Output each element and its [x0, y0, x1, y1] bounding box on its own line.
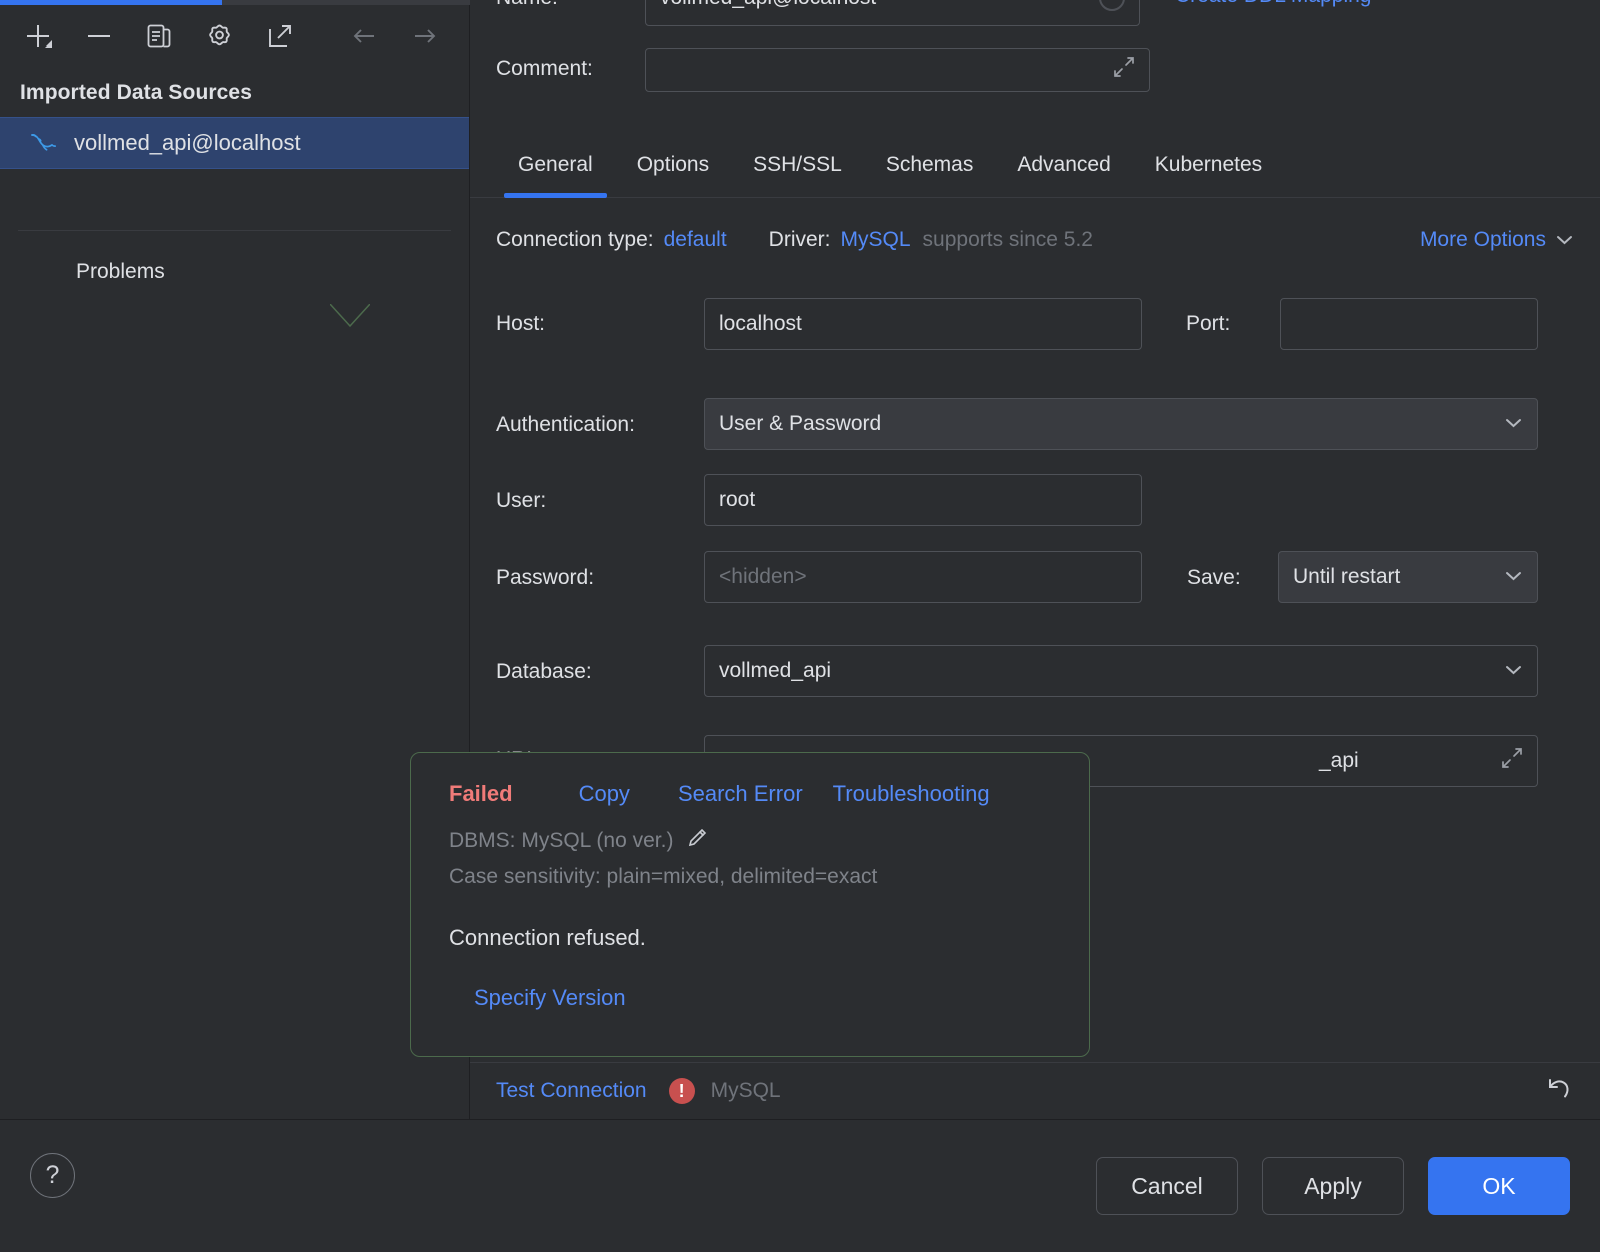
- create-ddl-mapping-link[interactable]: Create DDL Mapping: [1175, 0, 1372, 8]
- port-input[interactable]: [1280, 298, 1538, 350]
- tab-options[interactable]: Options: [615, 133, 731, 198]
- dbms-line-row: DBMS: MySQL (no ver.): [449, 825, 1089, 861]
- section-title: Imported Data Sources: [20, 81, 252, 104]
- connection-error-popup: Failed Copy Search Error Troubleshooting…: [410, 752, 1090, 1057]
- dialog-buttons: Cancel Apply OK: [1096, 1157, 1570, 1215]
- apply-button[interactable]: Apply: [1262, 1157, 1404, 1215]
- chevron-down-icon: [1504, 661, 1523, 681]
- authentication-value: User & Password: [719, 412, 882, 435]
- copy-link[interactable]: Copy: [579, 781, 630, 807]
- port-label: Port:: [1186, 312, 1231, 335]
- settings-tabs: General Options SSH/SSL Schemas Advanced…: [470, 133, 1600, 198]
- data-sources-panel: Imported Data Sources vollmed_api@localh…: [0, 5, 470, 1119]
- authentication-select[interactable]: User & Password: [704, 398, 1538, 450]
- driver-label: Driver:: [768, 228, 831, 251]
- error-message: Connection refused.: [449, 925, 646, 951]
- database-value: vollmed_api: [719, 659, 832, 682]
- help-button[interactable]: ?: [30, 1153, 75, 1198]
- duplicate-icon[interactable]: [141, 17, 177, 55]
- status-badge: Failed: [449, 781, 513, 806]
- more-options-label: More Options: [1419, 228, 1546, 251]
- popup-meta: DBMS: MySQL (no ver.) Case sensitivity: …: [411, 807, 1089, 893]
- tab-schemas[interactable]: Schemas: [864, 133, 996, 198]
- connection-type-value[interactable]: default: [664, 228, 727, 252]
- revert-icon[interactable]: [1540, 1074, 1574, 1109]
- comment-input[interactable]: [645, 48, 1150, 92]
- name-input-value: vollmed_api@localhost: [660, 0, 876, 10]
- more-options-button[interactable]: More Options: [1420, 228, 1574, 252]
- name-label: Name:: [496, 0, 558, 10]
- problems-label: Problems: [76, 260, 165, 283]
- database-label: Database:: [496, 660, 592, 683]
- mysql-dolphin-icon: [28, 128, 58, 158]
- tab-general[interactable]: General: [496, 133, 615, 198]
- name-spinner-icon: [1099, 0, 1125, 11]
- authentication-label: Authentication:: [496, 413, 635, 436]
- save-value: Until restart: [1293, 565, 1401, 588]
- test-dbms-label: MySQL: [710, 1079, 781, 1102]
- ok-button[interactable]: OK: [1428, 1157, 1570, 1215]
- popup-header: Failed Copy Search Error Troubleshooting: [411, 753, 1089, 807]
- expand-icon[interactable]: [1497, 743, 1527, 779]
- sidebar-item-label: vollmed_api@localhost: [74, 130, 301, 155]
- gear-icon[interactable]: [201, 17, 237, 55]
- password-input-placeholder: <hidden>: [719, 565, 807, 588]
- database-select[interactable]: vollmed_api: [704, 645, 1538, 697]
- user-input-value: root: [719, 488, 756, 511]
- chevron-down-icon: [1555, 228, 1574, 252]
- test-connection-strip: Test Connection ! MySQL: [470, 1062, 1600, 1119]
- case-sensitivity-line: Case sensitivity: plain=mixed, delimited…: [449, 864, 878, 888]
- add-icon[interactable]: [20, 17, 56, 55]
- test-connection-button[interactable]: Test Connection: [496, 1079, 647, 1103]
- tab-advanced[interactable]: Advanced: [995, 133, 1132, 198]
- arrow-left-icon[interactable]: [346, 17, 382, 55]
- user-label: User:: [496, 489, 547, 512]
- specify-version-link[interactable]: Specify Version: [411, 951, 1089, 1011]
- connection-type-row: Connection type: default Driver: MySQL s…: [496, 228, 1093, 252]
- error-exclamation-icon: !: [668, 1078, 695, 1104]
- arrow-right-icon[interactable]: [407, 17, 443, 55]
- remove-icon[interactable]: [80, 17, 116, 55]
- name-input[interactable]: vollmed_api@localhost: [645, 0, 1140, 26]
- save-select[interactable]: Until restart: [1278, 551, 1538, 603]
- dbms-line: DBMS: MySQL (no ver.): [449, 829, 674, 852]
- chevron-down-icon: [1504, 414, 1523, 434]
- tab-kubernetes[interactable]: Kubernetes: [1133, 133, 1284, 198]
- settings-dialog: Imported Data Sources vollmed_api@localh…: [0, 0, 1600, 1252]
- search-error-link[interactable]: Search Error: [678, 781, 803, 807]
- tab-ssh-ssl[interactable]: SSH/SSL: [731, 133, 864, 198]
- sidebar-item-vollmed-api[interactable]: vollmed_api@localhost: [0, 117, 469, 169]
- password-input[interactable]: <hidden>: [704, 551, 1142, 603]
- chevron-down-icon: [1504, 567, 1523, 587]
- host-input[interactable]: localhost: [704, 298, 1142, 350]
- pencil-icon[interactable]: [685, 826, 709, 861]
- open-external-icon[interactable]: [262, 17, 298, 55]
- popup-notch: [330, 304, 370, 330]
- host-label: Host:: [496, 312, 546, 335]
- panel-divider: [18, 230, 451, 231]
- user-input[interactable]: root: [704, 474, 1142, 526]
- cancel-button[interactable]: Cancel: [1096, 1157, 1238, 1215]
- driver-note: supports since 5.2: [922, 228, 1093, 251]
- save-label: Save:: [1187, 566, 1241, 589]
- password-label: Password:: [496, 566, 595, 589]
- url-input-value: _api: [1319, 749, 1359, 772]
- host-input-value: localhost: [719, 312, 802, 335]
- troubleshooting-link[interactable]: Troubleshooting: [833, 781, 990, 807]
- expand-icon[interactable]: [1109, 52, 1139, 88]
- driver-value[interactable]: MySQL: [841, 228, 911, 252]
- connection-type-label: Connection type:: [496, 228, 654, 251]
- dialog-bottom-bar: ? Cancel Apply OK: [0, 1119, 1600, 1252]
- data-sources-toolbar: [0, 5, 469, 67]
- comment-label: Comment:: [496, 57, 593, 80]
